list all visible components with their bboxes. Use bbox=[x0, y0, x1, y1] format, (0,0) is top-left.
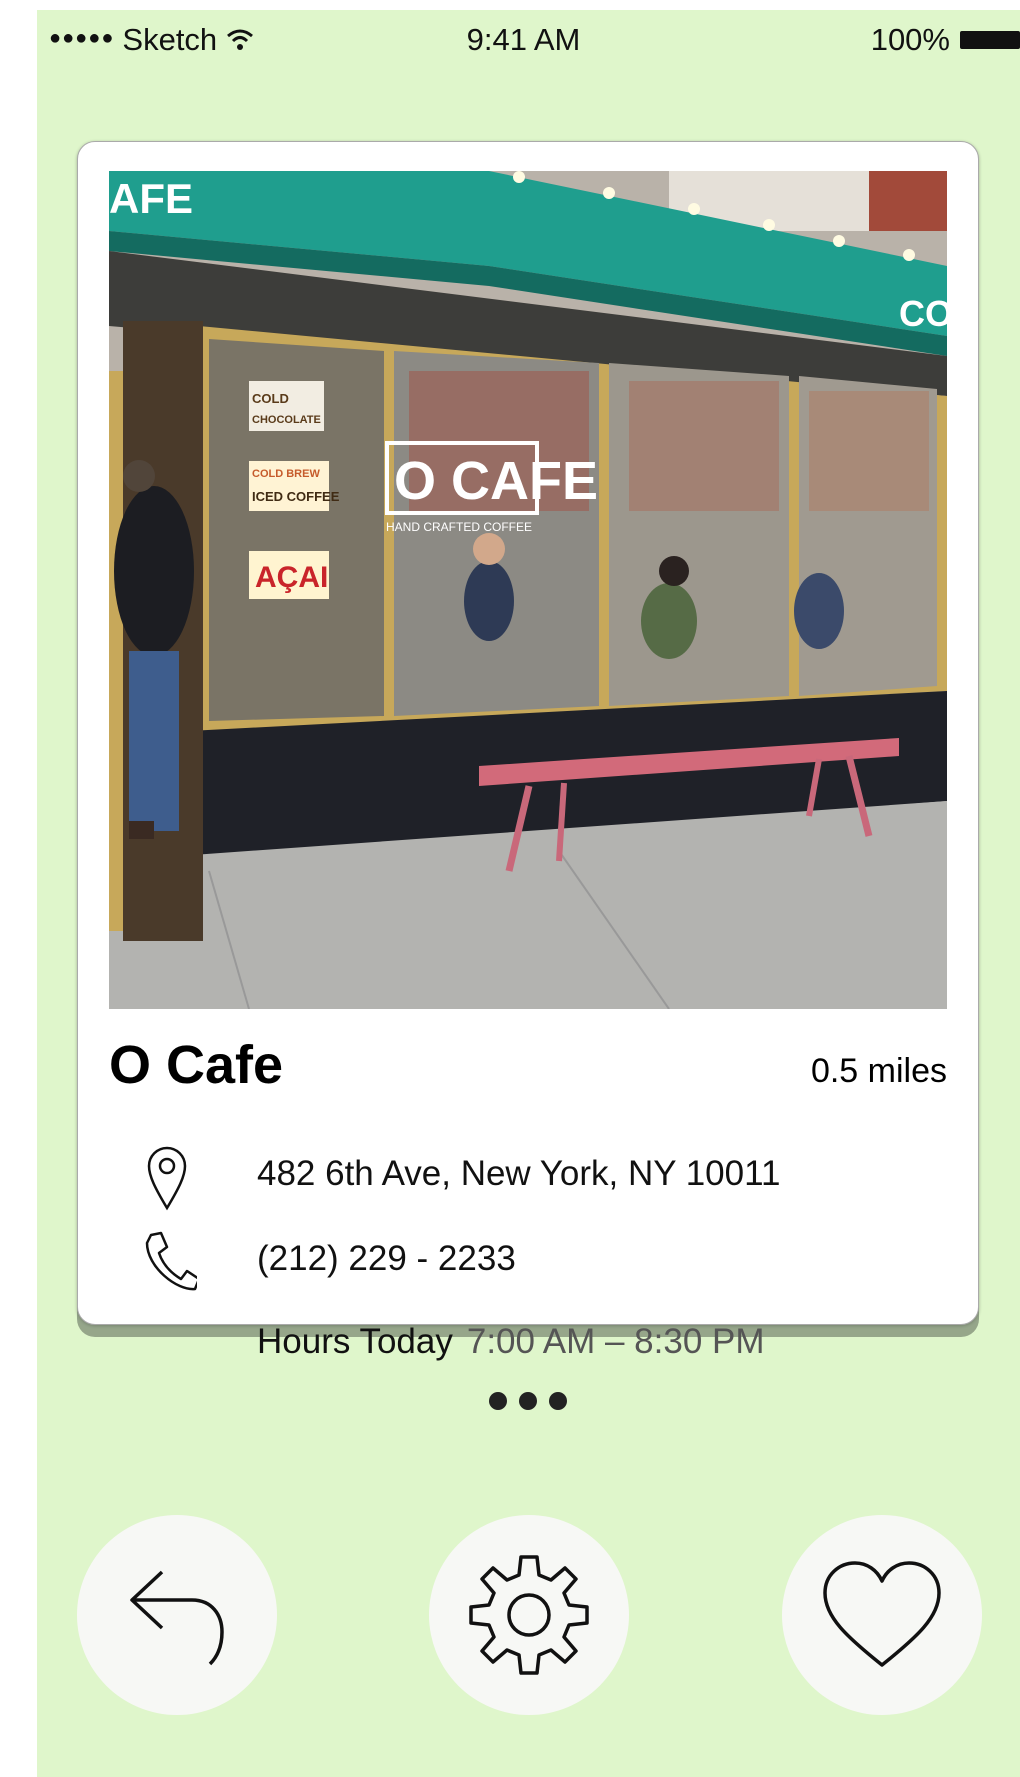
status-bar: ●●●●● Sketch 9:41 AM 100% bbox=[37, 10, 1020, 70]
location-pin-icon bbox=[147, 1146, 187, 1211]
svg-text:COLD: COLD bbox=[252, 391, 289, 406]
svg-text:COLD BREW: COLD BREW bbox=[252, 468, 320, 480]
svg-text:COF: COF bbox=[899, 293, 947, 334]
address-text: 482 6th Ave, New York, NY 10011 bbox=[257, 1154, 781, 1193]
svg-text:CHOCOLATE: CHOCOLATE bbox=[252, 414, 321, 426]
reply-arrow-icon bbox=[130, 1570, 224, 1666]
hours-label: Hours Today bbox=[257, 1322, 453, 1361]
hours-value: 7:00 AM – 8:30 PM bbox=[466, 1322, 765, 1361]
cafe-photo: AFE COF bbox=[109, 171, 947, 1009]
svg-text:AFE: AFE bbox=[109, 175, 193, 222]
storefront-sign-text: O CAFE bbox=[394, 451, 598, 511]
place-name: O Cafe bbox=[109, 1035, 284, 1095]
favorite-button[interactable] bbox=[782, 1515, 982, 1715]
place-card[interactable]: AFE COF bbox=[77, 141, 979, 1410]
hours-text: Hours Today 7:00 AM – 8:30 PM bbox=[257, 1322, 765, 1362]
place-distance: 0.5 miles bbox=[810, 1052, 947, 1090]
heart-icon bbox=[823, 1561, 941, 1667]
hours-row: Hours Today 7:00 AM – 8:30 PM bbox=[109, 1310, 947, 1380]
address-row[interactable]: 482 6th Ave, New York, NY 10011 bbox=[109, 1142, 947, 1212]
svg-text:AÇAI: AÇAI bbox=[255, 561, 328, 594]
more-dots-icon[interactable] bbox=[78, 1392, 978, 1415]
back-button[interactable] bbox=[77, 1515, 277, 1715]
storefront-subsign-text: HAND CRAFTED COFFEE bbox=[386, 520, 532, 534]
settings-button[interactable] bbox=[429, 1515, 629, 1715]
phone-icon bbox=[145, 1231, 197, 1291]
phone-screen: ●●●●● Sketch 9:41 AM 100% AFE CO O CAFE … bbox=[37, 10, 1020, 1777]
battery-group: 100% bbox=[871, 22, 1020, 58]
battery-icon bbox=[960, 31, 1020, 49]
phone-row[interactable]: (212) 229 - 2233 bbox=[109, 1227, 947, 1297]
storefront-illustration: AFE COF bbox=[109, 171, 947, 1009]
phone-text: (212) 229 - 2233 bbox=[257, 1239, 516, 1278]
gear-icon bbox=[469, 1555, 589, 1675]
battery-percent: 100% bbox=[870, 22, 950, 57]
svg-text:ICED COFFEE: ICED COFFEE bbox=[252, 489, 340, 504]
title-row: O Cafe 0.5 miles bbox=[109, 1034, 947, 1104]
